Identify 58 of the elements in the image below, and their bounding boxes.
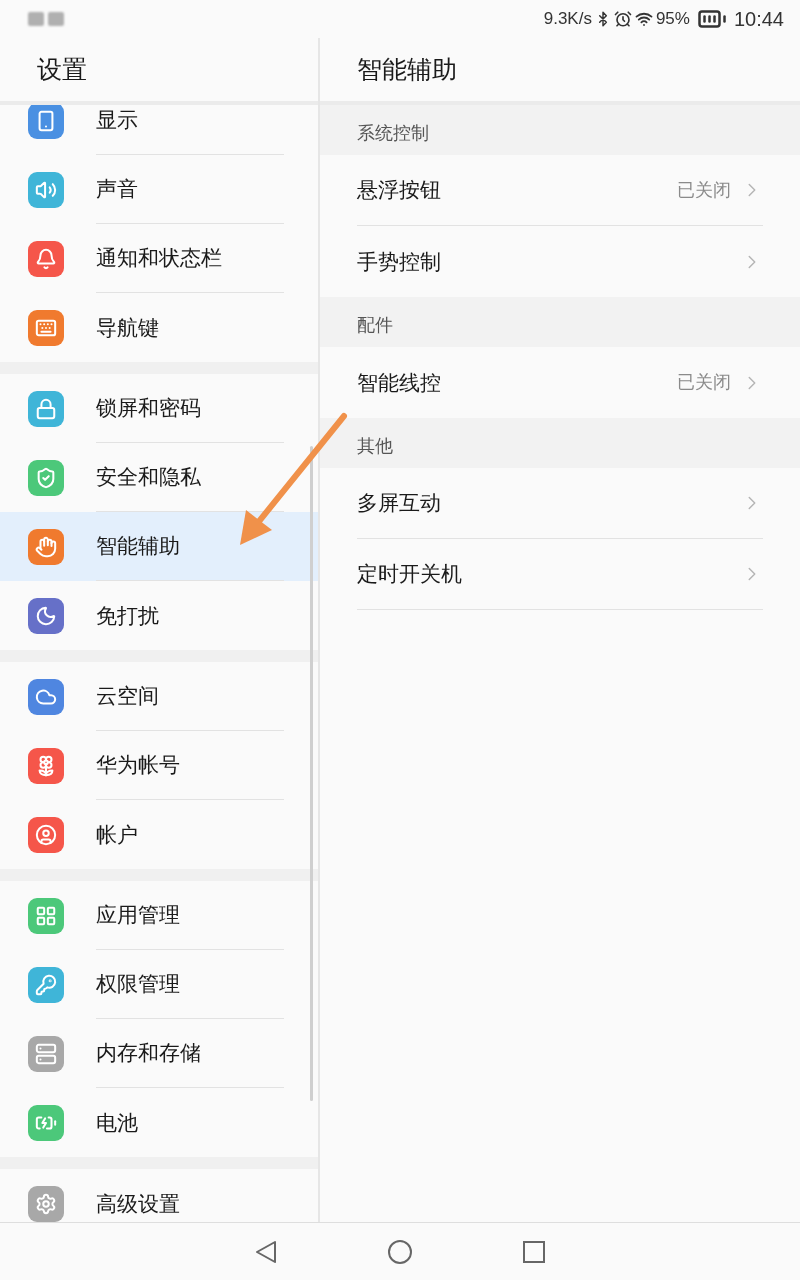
section-header: 配件 [320,297,800,347]
settings-row[interactable]: 智能线控 已关闭 [357,347,763,418]
row-label: 智能线控 [357,369,441,396]
sidebar-item[interactable]: 免打扰 [0,581,318,650]
settings-row[interactable]: 悬浮按钮 已关闭 [357,155,763,226]
settings-row[interactable]: 手势控制 [357,226,763,297]
row-value: 已关闭 [677,178,731,202]
settings-row[interactable]: 多屏互动 [357,468,763,539]
battery-percent: 95% [655,8,690,31]
sidebar-item[interactable]: 声音 [0,155,318,224]
row-label: 手势控制 [357,248,441,275]
network-speed: 9.3K/s [543,8,592,31]
sidebar-label: 智能辅助 [96,533,180,560]
row-label: 悬浮按钮 [357,177,441,204]
home-icon[interactable] [387,1238,413,1265]
sidebar-label: 安全和隐私 [96,464,201,491]
sidebar-item[interactable]: 显示 [0,105,318,155]
sidebar-label: 高级设置 [96,1190,180,1217]
sidebar-item[interactable]: 华为帐号 [0,731,318,800]
settings-row[interactable]: 定时开关机 [357,539,763,610]
sidebar-item[interactable]: 内存和存储 [0,1019,318,1088]
sidebar-label: 云空间 [96,683,159,710]
section-header: 系统控制 [320,105,800,155]
sidebar-item[interactable]: 电池 [0,1088,318,1157]
alarm-icon [613,10,632,28]
row-label: 定时开关机 [357,561,462,588]
sidebar-item[interactable]: 应用管理 [0,881,318,950]
sidebar-item[interactable]: 通知和状态栏 [0,224,318,293]
sidebar-label: 显示 [96,107,138,134]
sidebar-item[interactable]: 权限管理 [0,950,318,1019]
sidebar-label: 华为帐号 [96,752,180,779]
page-title: 智能辅助 [357,53,457,85]
sidebar-item[interactable]: 高级设置 [0,1169,318,1222]
recents-icon[interactable] [523,1240,545,1263]
sidebar-label: 免打扰 [96,602,159,629]
clock: 10:44 [733,7,784,32]
sidebar-label: 声音 [96,176,138,203]
sidebar-label: 电池 [96,1109,138,1136]
sidebar-item[interactable]: 导航键 [0,293,318,362]
sidebar-label: 锁屏和密码 [96,395,201,422]
sidebar-item[interactable]: 智能辅助 [0,512,318,581]
sidebar-item[interactable]: 云空间 [0,662,318,731]
blurred-icon [28,12,44,26]
sidebar-item[interactable]: 锁屏和密码 [0,374,318,443]
wifi-icon [634,10,653,28]
sidebar-label: 应用管理 [96,902,180,929]
section-header: 其他 [320,418,800,468]
sidebar-label: 通知和状态栏 [96,245,222,272]
row-label: 多屏互动 [357,490,441,517]
sidebar-label: 帐户 [96,821,138,848]
back-icon[interactable] [255,1239,277,1264]
sidebar-label: 内存和存储 [96,1040,201,1067]
sidebar-label: 导航键 [96,314,159,341]
sidebar-title: 设置 [37,53,87,85]
sidebar-item[interactable]: 帐户 [0,800,318,869]
sidebar-label: 权限管理 [96,971,180,998]
blurred-icon [48,12,64,26]
row-value: 已关闭 [677,371,731,394]
